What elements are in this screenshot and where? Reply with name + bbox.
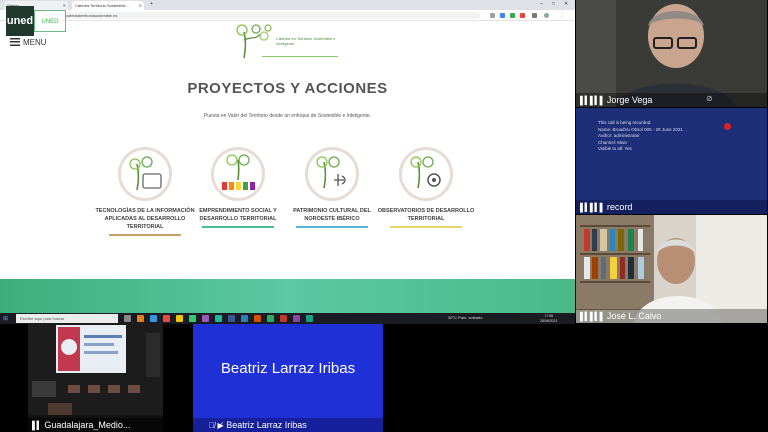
minimize-icon[interactable]: –: [540, 1, 543, 7]
participant-name-tag: ▌▍▌▍▌ record: [576, 200, 767, 214]
participant-name: José L. Calvo: [606, 311, 662, 321]
tree-heritage-icon: [305, 147, 359, 201]
windows-start-icon[interactable]: ⊞: [3, 315, 8, 322]
extension-icon[interactable]: [510, 13, 515, 18]
project-card-observatorios[interactable]: OBSERVATORIOS DE DESARROLLO TERRITORIAL: [376, 147, 476, 228]
extension-icon[interactable]: [490, 13, 495, 18]
card-accent-bar: [202, 226, 274, 228]
card-label: TECNOLOGÍAS DE LA INFORMACIÓN APLICADAS …: [95, 208, 195, 230]
address-bar-row: ← → ↻ ⌂ catedraterritoriosostenible.es ⋮: [0, 10, 575, 21]
extension-icon[interactable]: [532, 13, 537, 18]
site-menu-button[interactable]: MENU: [10, 38, 47, 47]
taskbar-app-icon[interactable]: [267, 315, 274, 322]
browser-tab-bar: Webex✕ Cátedra Territorio Sostenible...✕…: [0, 0, 575, 10]
close-window-icon[interactable]: ✕: [564, 1, 568, 7]
task-view-icon[interactable]: [124, 315, 131, 322]
green-banner: [0, 279, 575, 313]
card-accent-bar: [109, 234, 181, 236]
url-text: catedraterritoriosostenible.es: [66, 13, 118, 18]
uned-logo: uned UNED: [6, 6, 66, 36]
card-label: OBSERVATORIOS DE DESARROLLO TERRITORIAL: [377, 208, 475, 222]
taskbar-app-icon[interactable]: [241, 315, 248, 322]
new-tab-icon[interactable]: +: [150, 1, 153, 7]
clock-date: 28/06/2021: [540, 318, 558, 323]
taskbar-app-icon[interactable]: [228, 315, 235, 322]
tree-people-icon: [211, 147, 265, 201]
participant-tile-beatriz[interactable]: Beatriz Larraz Iribas 🎙̸ ▶̸ Beatriz Larr…: [193, 324, 383, 432]
participant-name: Jorge Vega: [606, 95, 653, 105]
audio-bars-icon: ▌▍: [32, 421, 43, 430]
card-accent-bar: [296, 226, 368, 228]
muted-mic-icon: 🎙̸: [209, 421, 215, 430]
page-title: PROYECTOS Y ACCIONES: [187, 80, 388, 97]
taskbar-app-icon[interactable]: [189, 315, 196, 322]
participant-display-name: Beatriz Larraz Iribas: [220, 360, 356, 377]
taskbar-app-icon[interactable]: [306, 315, 313, 322]
taskbar-app-icon[interactable]: [163, 315, 170, 322]
folder-icon[interactable]: [176, 315, 183, 322]
menu-label: MENU: [23, 38, 47, 47]
more-options-icon[interactable]: ⊘: [706, 94, 713, 103]
participant-name-tag: ▌▍▌▍▌ Jorge Vega: [576, 93, 767, 107]
close-tab-icon[interactable]: ✕: [139, 3, 142, 8]
page-subtitle: Puesta en Valor del Territorio desde un …: [203, 113, 372, 119]
url-input[interactable]: catedraterritoriosostenible.es: [60, 12, 480, 19]
browser-tab-catedra[interactable]: Cátedra Territorio Sostenible... ✕: [72, 1, 144, 10]
tree-observatory-icon: [399, 147, 453, 201]
participant-tile-jorge[interactable]: ▌▍▌▍▌ Jorge Vega ⊘: [576, 0, 767, 107]
taskbar-app-icon[interactable]: [280, 315, 287, 322]
audio-bars-icon: ▌▍▌▍▌: [580, 312, 605, 321]
shared-screen: Webex✕ Cátedra Territorio Sostenible...✕…: [0, 0, 575, 324]
hamburger-icon: [10, 38, 20, 46]
taskbar-app-icon[interactable]: [150, 315, 157, 322]
card-accent-bar: [390, 226, 462, 228]
participant-name-tag: ▌▍▌▍▌ José L. Calvo: [576, 309, 767, 323]
taskbar-app-icon[interactable]: [254, 315, 261, 322]
extension-icon[interactable]: [500, 13, 505, 18]
recording-info: This call is being recorded. Name: Broad…: [598, 120, 683, 153]
taskbar-app-icon[interactable]: [137, 315, 144, 322]
participant-name: Guadalajara_Medio...: [44, 420, 131, 430]
participant-tile-record[interactable]: This call is being recorded. Name: Broad…: [576, 108, 767, 214]
participant-name-tag: 🎙̸ ▶̸ Beatriz Larraz Iribas: [193, 418, 383, 432]
participant-tile-guadalajara[interactable]: ▌▍ Guadalajara_Medio...: [28, 323, 163, 432]
taskbar-app-icon[interactable]: [293, 315, 300, 322]
audio-bars-icon: ▌▍▌▍▌: [580, 203, 605, 212]
tab-label: Cátedra Territorio Sostenible...: [75, 3, 129, 8]
taskbar-search-input[interactable]: Escribe aquí para buscar: [16, 314, 118, 323]
project-card-tic[interactable]: TECNOLOGÍAS DE LA INFORMACIÓN APLICADAS …: [95, 147, 195, 236]
recording-info-line: Visible to all: Yes: [598, 146, 632, 151]
maximize-icon[interactable]: □: [552, 1, 555, 7]
project-card-emprendimiento[interactable]: EMPRENDIMIENTO SOCIAL Y DESARROLLO TERRI…: [188, 147, 288, 228]
participant-name: Beatriz Larraz Iribas: [226, 420, 307, 430]
extension-icon[interactable]: [520, 13, 525, 18]
tree-tech-icon: [118, 147, 172, 201]
project-card-patrimonio[interactable]: PATRIMONIO CULTURAL DEL NOROESTE IBÉRICO: [282, 147, 382, 228]
participant-tile-jose[interactable]: ▌▍▌▍▌ José L. Calvo: [576, 215, 767, 323]
taskbar-search-placeholder: Escribe aquí para buscar: [20, 316, 65, 321]
site-logo-text: Cátedra en Territorio Sostenible e Intel…: [276, 36, 336, 46]
audio-bars-icon: ▌▍▌▍▌: [580, 96, 605, 105]
recording-dot-icon: [724, 123, 731, 130]
video-off-icon: ▶̸: [217, 421, 224, 430]
participant-video: [576, 215, 767, 323]
participant-video: [28, 323, 163, 432]
browser-menu-icon[interactable]: ⋮: [560, 12, 565, 18]
participant-name-tag: ▌▍ Guadalajara_Medio...: [28, 418, 163, 432]
taskbar-app-icon[interactable]: [202, 315, 209, 322]
taskbar-app-icon[interactable]: [215, 315, 222, 322]
participant-video: [576, 0, 767, 107]
card-label: PATRIMONIO CULTURAL DEL NOROESTE IBÉRICO: [293, 208, 371, 222]
uned-logo-main: uned: [6, 6, 34, 36]
weather-status[interactable]: 30°C Parc. soleado: [448, 315, 483, 320]
participant-name: record: [606, 202, 633, 212]
taskbar-clock[interactable]: 17:56 28/06/2021: [540, 314, 558, 323]
card-label: EMPRENDIMIENTO SOCIAL Y DESARROLLO TERRI…: [199, 208, 277, 222]
logo-underline: [262, 56, 338, 57]
uned-logo-secondary: UNED: [34, 10, 66, 32]
profile-avatar[interactable]: [544, 13, 549, 18]
site-logo[interactable]: Cátedra en Territorio Sostenible e Intel…: [232, 22, 344, 64]
